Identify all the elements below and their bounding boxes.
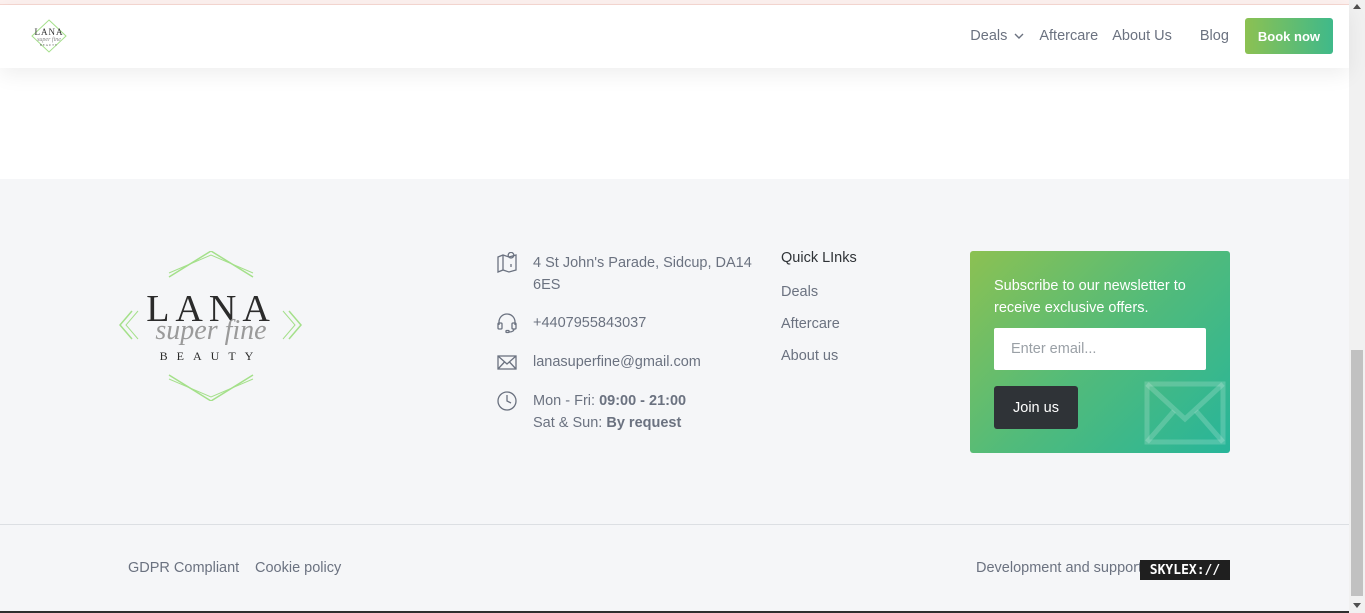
site-header: LANA super fine BEAUTY Deals Aftercare A… <box>0 5 1349 68</box>
hours-weekday-value: 09:00 - 21:00 <box>599 393 687 409</box>
footer-logo[interactable]: LANA super fine BEAUTY <box>118 250 303 402</box>
header-logo-text-lana: LANA <box>35 27 64 37</box>
cookie-policy-link[interactable]: Cookie policy <box>255 560 341 576</box>
quick-link-about-us[interactable]: About us <box>781 348 838 364</box>
header-logo[interactable]: LANA super fine BEAUTY <box>28 18 70 54</box>
newsletter-box: Subscribe to our newsletter to receive e… <box>970 251 1230 453</box>
newsletter-text: Subscribe to our newsletter to receive e… <box>994 278 1186 316</box>
hours-weekend: Sat & Sun: By request <box>533 412 758 434</box>
nav-aftercare[interactable]: Aftercare <box>1039 28 1098 44</box>
footer-logo-text-superfine: super fine <box>155 315 266 346</box>
envelope-watermark-icon <box>1144 381 1226 445</box>
hours-weekend-label: Sat & Sun: <box>533 415 607 431</box>
newsletter-email-input[interactable] <box>994 328 1206 370</box>
nav-deals[interactable]: Deals <box>970 28 1025 44</box>
headset-icon <box>497 313 517 334</box>
nav-about-us[interactable]: About Us <box>1112 28 1172 44</box>
nav-deals-label: Deals <box>970 28 1008 44</box>
page: LANA super fine BEAUTY Deals Aftercare A… <box>0 0 1349 613</box>
hours-weekday-label: Mon - Fri: <box>533 393 600 409</box>
clock-icon <box>497 391 517 411</box>
quick-links-title: Quick LInks <box>781 250 857 266</box>
quick-link-deals[interactable]: Deals <box>781 284 818 300</box>
header-logo-text-superfine: super fine <box>37 36 61 43</box>
chevron-down-icon <box>1014 33 1024 39</box>
vertical-scrollbar[interactable] <box>1349 0 1365 613</box>
footer-divider <box>0 524 1349 525</box>
site-footer: LANA super fine BEAUTY 4 St John's Parad… <box>0 179 1349 613</box>
scrollbar-thumb[interactable] <box>1351 350 1363 596</box>
hours-weekend-value: By request <box>606 415 682 431</box>
development-support-text: Development and support <box>976 560 1143 576</box>
skylex-logo-link[interactable]: SKYLEX:// <box>1140 560 1230 580</box>
book-now-button[interactable]: Book now <box>1244 18 1333 54</box>
contact-email[interactable]: lanasuperfine@gmail.com <box>496 351 758 373</box>
contact-address: 4 St John's Parade, Sidcup, DA14 6ES <box>496 252 758 296</box>
contact-hours: Mon - Fri: 09:00 - 21:00 Sat & Sun: By r… <box>496 390 758 434</box>
gdpr-link[interactable]: GDPR Compliant <box>128 560 239 576</box>
nav-blog[interactable]: Blog <box>1200 28 1229 44</box>
hours-text: Mon - Fri: 09:00 - 21:00 Sat & Sun: By r… <box>533 390 758 434</box>
envelope-icon <box>497 355 517 370</box>
footer-logo-text-beauty: BEAUTY <box>160 349 263 363</box>
scroll-up-arrow-icon[interactable] <box>1353 4 1361 9</box>
email-text[interactable]: lanasuperfine@gmail.com <box>533 351 758 373</box>
map-icon <box>497 252 517 273</box>
address-text: 4 St John's Parade, Sidcup, DA14 6ES <box>533 255 752 293</box>
quick-link-aftercare[interactable]: Aftercare <box>781 316 840 332</box>
join-us-button[interactable]: Join us <box>994 386 1078 429</box>
header-logo-text-beauty: BEAUTY <box>40 43 58 47</box>
main-nav: Deals Aftercare About Us Blog Book now <box>956 18 1333 54</box>
contact-phone[interactable]: +4407955843037 <box>496 312 758 334</box>
phone-text[interactable]: +4407955843037 <box>533 312 758 334</box>
scroll-down-arrow-icon[interactable] <box>1353 603 1361 608</box>
hours-weekday: Mon - Fri: 09:00 - 21:00 <box>533 390 758 412</box>
